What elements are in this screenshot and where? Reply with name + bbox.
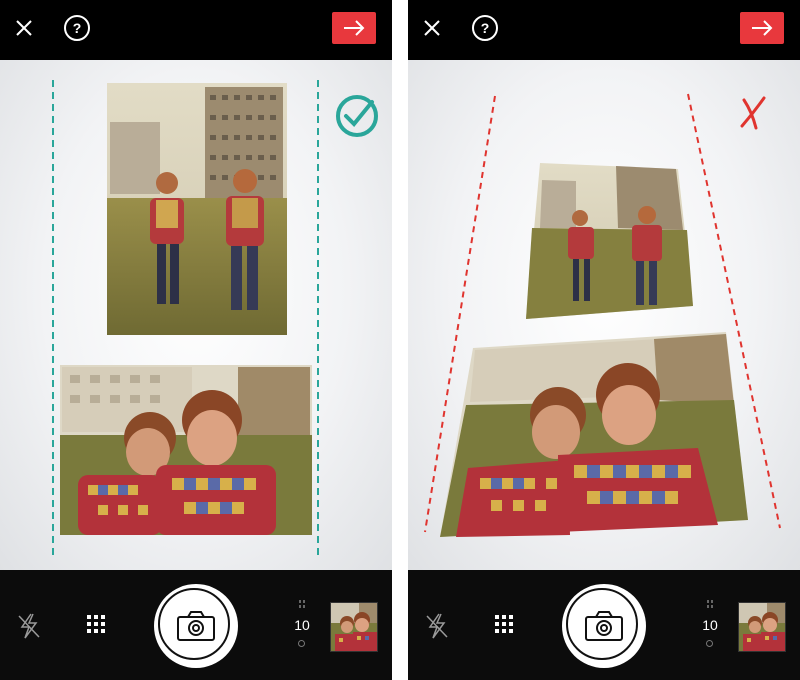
capture-count: 10	[294, 617, 310, 633]
x-mark-icon	[740, 96, 766, 130]
scanned-photo-1	[526, 163, 693, 319]
help-button[interactable]: ?	[64, 15, 90, 41]
grid-icon[interactable]	[494, 614, 514, 634]
grid-icon[interactable]	[86, 614, 106, 634]
flash-off-icon[interactable]	[424, 612, 450, 640]
capture-counter: 10	[290, 600, 314, 650]
help-button[interactable]: ?	[472, 15, 498, 41]
camera-icon	[177, 611, 215, 641]
top-bar: ?	[408, 0, 800, 60]
shutter-button[interactable]	[562, 584, 646, 668]
counter-indicator	[706, 640, 713, 647]
top-bar: ?	[0, 0, 392, 60]
camera-viewfinder[interactable]	[408, 60, 800, 570]
scanned-photo-2	[440, 332, 748, 537]
help-icon: ?	[72, 20, 82, 36]
shutter-button[interactable]	[154, 584, 238, 668]
counter-dots-icon	[707, 600, 713, 608]
scanned-photo-2	[60, 365, 312, 535]
camera-icon	[585, 611, 623, 641]
bottom-bar: 10	[0, 570, 392, 680]
last-capture-thumbnail[interactable]	[330, 602, 378, 652]
last-capture-thumbnail[interactable]	[738, 602, 786, 652]
capture-counter: 10	[698, 600, 722, 650]
help-icon: ?	[480, 20, 490, 36]
counter-indicator	[298, 640, 305, 647]
capture-count: 10	[702, 617, 718, 633]
phone-screen-accepted: ? 10	[0, 0, 392, 680]
bottom-bar: 10	[408, 570, 800, 680]
check-circle-icon	[336, 95, 378, 137]
scanned-photo-1	[107, 83, 287, 335]
counter-dots-icon	[299, 600, 305, 608]
close-icon[interactable]	[420, 16, 444, 40]
arrow-right-icon	[752, 20, 773, 36]
close-icon[interactable]	[12, 16, 36, 40]
flash-off-icon[interactable]	[16, 612, 42, 640]
camera-viewfinder[interactable]	[0, 60, 392, 570]
arrow-right-icon	[344, 20, 365, 36]
phone-screen-rejected: ? 10	[408, 0, 800, 680]
next-button[interactable]	[740, 12, 784, 44]
next-button[interactable]	[332, 12, 376, 44]
